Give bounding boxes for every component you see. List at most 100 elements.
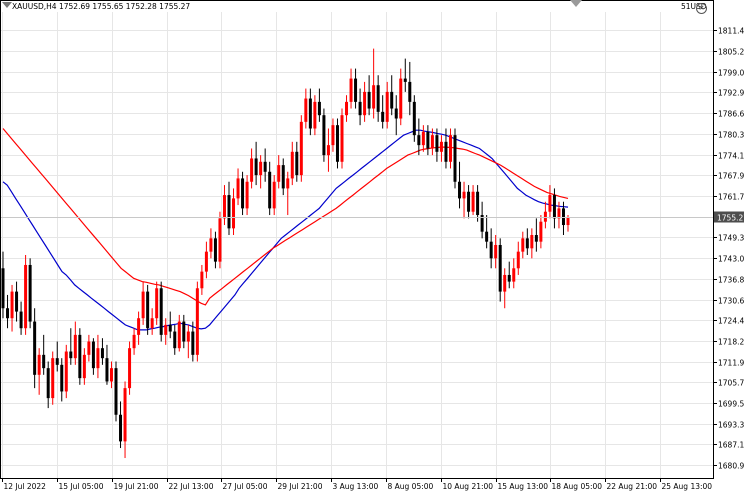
candle-body xyxy=(326,145,330,156)
candle-body xyxy=(245,181,249,209)
y-tick-label: 1724.40 xyxy=(718,317,744,326)
candle-body xyxy=(164,324,168,335)
candle xyxy=(6,294,10,329)
candle xyxy=(250,148,254,189)
candle-body xyxy=(10,291,14,319)
candle-body xyxy=(109,368,113,382)
candle-body xyxy=(87,341,91,355)
candle-body xyxy=(335,125,339,162)
candle xyxy=(462,181,466,219)
candle xyxy=(480,201,484,239)
candle xyxy=(150,308,154,335)
candle-body xyxy=(15,291,19,312)
candle-body xyxy=(295,151,299,176)
candle-body xyxy=(177,321,181,349)
candle xyxy=(159,281,163,342)
candle xyxy=(245,175,249,216)
candle-body xyxy=(272,181,276,209)
candle-body xyxy=(55,358,59,365)
candle-body xyxy=(340,115,344,162)
candle xyxy=(539,215,543,249)
candle xyxy=(412,95,416,142)
candle-body xyxy=(218,218,222,262)
candle-body xyxy=(489,241,493,259)
candle-body xyxy=(367,91,371,109)
candle xyxy=(507,261,511,289)
candle-body xyxy=(259,161,263,176)
candle xyxy=(335,118,339,169)
candle-body xyxy=(42,354,46,369)
candle xyxy=(263,148,267,182)
candle xyxy=(534,218,538,252)
candle xyxy=(467,185,471,219)
candle xyxy=(146,284,150,335)
candle xyxy=(164,318,168,345)
candle-body xyxy=(60,364,64,392)
candle xyxy=(512,258,516,289)
candle xyxy=(525,228,529,255)
candle xyxy=(349,68,353,109)
candle xyxy=(313,95,317,136)
candle xyxy=(100,338,104,365)
candle xyxy=(19,301,23,335)
candle xyxy=(390,75,394,116)
candle xyxy=(299,115,303,182)
candle xyxy=(141,281,145,325)
candle xyxy=(155,281,159,325)
x-tick-label: 10 Aug 21:00 xyxy=(443,482,494,491)
candle-body xyxy=(209,238,213,252)
candle-body xyxy=(69,351,73,359)
candle xyxy=(543,201,547,229)
candle-body xyxy=(539,221,543,242)
current-price-label: 1755.27 xyxy=(717,214,744,223)
candle xyxy=(137,311,141,345)
candle xyxy=(394,95,398,136)
candle xyxy=(119,401,123,449)
candle xyxy=(82,348,86,385)
candle-body xyxy=(399,78,403,119)
candle-body xyxy=(313,101,317,129)
candle-body xyxy=(516,251,520,269)
candle xyxy=(426,125,430,156)
candle-body xyxy=(195,288,199,355)
candle-body xyxy=(64,351,68,392)
close-icon[interactable]: × xyxy=(696,3,707,14)
candle xyxy=(168,311,172,339)
candle-body xyxy=(462,191,466,199)
candle-body xyxy=(91,341,95,369)
menu-triangle-icon[interactable] xyxy=(2,2,12,8)
candle-body xyxy=(412,101,416,136)
candle xyxy=(123,381,127,459)
candle-body xyxy=(37,354,41,375)
candle-body xyxy=(6,308,10,319)
y-tick-label: 1743.05 xyxy=(718,255,744,264)
price-chart[interactable]: 1811.45 1805.25 1799.00 1792.90 1786.60 1780.… xyxy=(0,0,744,496)
candle xyxy=(132,328,136,355)
candle-body xyxy=(268,171,272,209)
candle-body xyxy=(128,348,132,389)
candle xyxy=(453,128,457,189)
candle-body xyxy=(308,98,312,129)
y-tick-label: 1680.90 xyxy=(718,462,744,471)
candle xyxy=(182,314,186,349)
candle xyxy=(105,344,109,385)
candle-body xyxy=(173,331,177,349)
x-tick-label: 3 Aug 13:00 xyxy=(333,482,379,491)
candle xyxy=(290,141,294,186)
candle xyxy=(24,254,28,335)
candle-body xyxy=(141,291,145,319)
candle xyxy=(421,125,425,152)
candle-body xyxy=(254,158,258,176)
x-tick-label: 29 Jul 21:00 xyxy=(278,482,323,491)
ohlc-readout: 1752.69 1755.65 1752.28 1755.27 xyxy=(58,2,191,11)
candle xyxy=(268,161,272,216)
candle-body xyxy=(19,311,23,329)
candle xyxy=(114,361,118,422)
candle xyxy=(372,48,376,119)
candle-body xyxy=(241,178,245,209)
candle-body xyxy=(525,238,529,249)
candle-body xyxy=(503,274,507,292)
y-tick-label: 1780.35 xyxy=(718,131,744,140)
scroll-marker-icon[interactable] xyxy=(570,0,582,7)
candle xyxy=(232,188,236,236)
